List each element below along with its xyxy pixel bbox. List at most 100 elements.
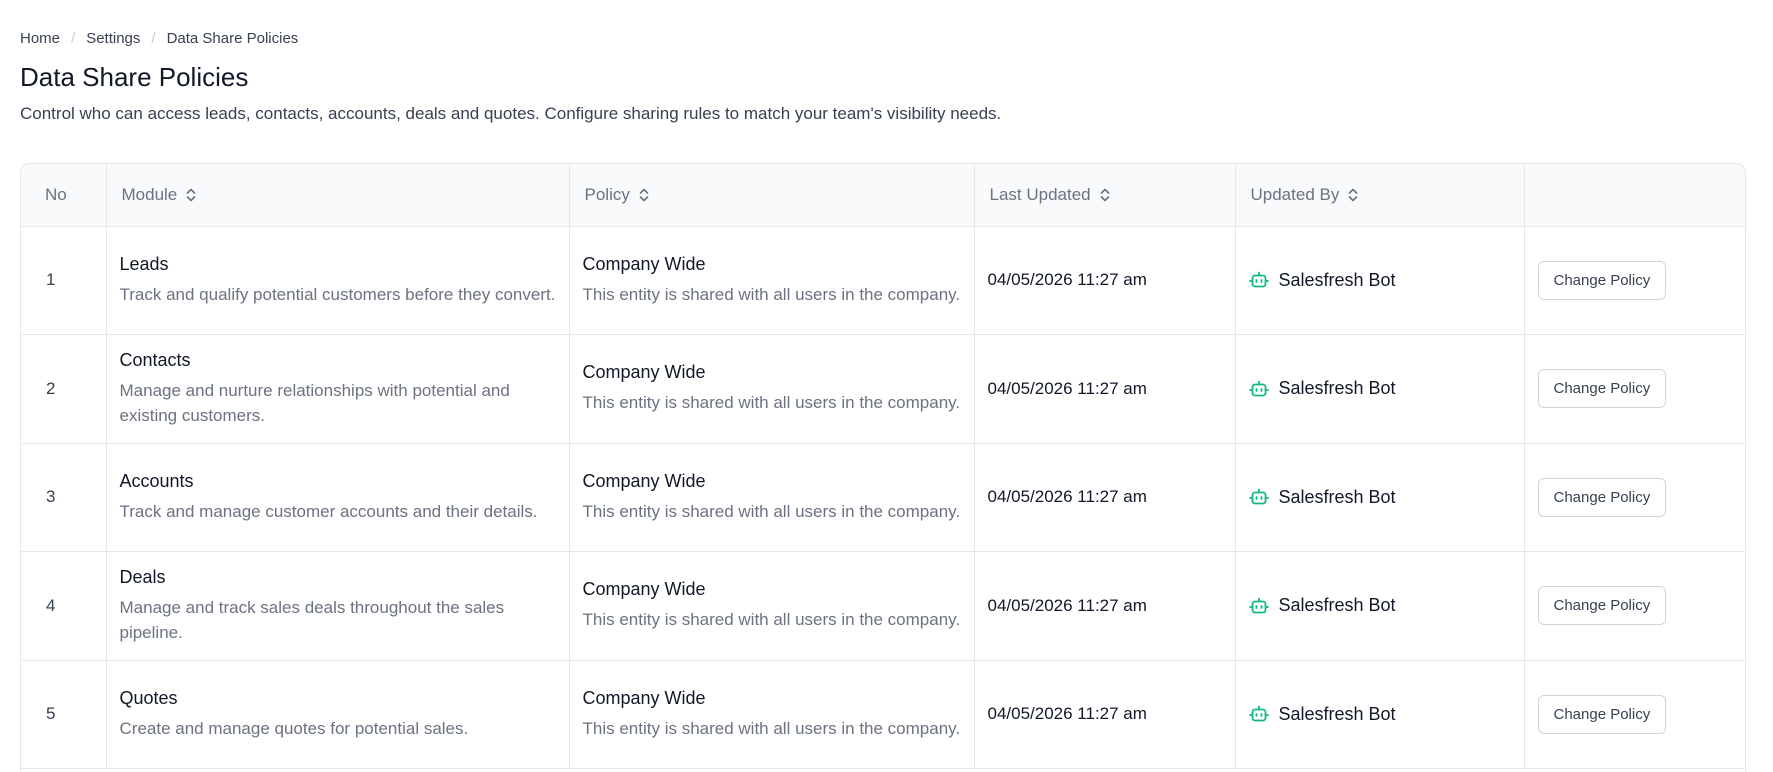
- policies-table: No Module Policy Last Updated Updated By…: [20, 163, 1746, 772]
- module-description: Track and manage customer accounts and t…: [119, 501, 538, 521]
- row-number-label: 2: [46, 378, 56, 398]
- updated-by-user: Salesfresh Bot: [1248, 486, 1511, 508]
- module-cell: Accounts Track and manage customer accoun…: [106, 443, 570, 552]
- policy-name: Company Wide: [582, 579, 706, 600]
- last-updated-value: 04/05/2026 11:27 am: [987, 704, 1147, 724]
- module-name: Deals: [119, 566, 166, 587]
- module-description: Manage and nurture relationships with po…: [119, 380, 510, 425]
- table-row: 1 Leads Track and qualify potential custom…: [21, 226, 1745, 335]
- bot-icon: [1248, 271, 1269, 289]
- updated-by-user: Salesfresh Bot: [1248, 595, 1511, 616]
- table-row: 2 Contacts Manage and nurture relationship…: [21, 334, 1745, 444]
- module-name: Contacts: [119, 349, 191, 370]
- last-updated-cell: 04/05/2026 11:27 am: [974, 660, 1236, 769]
- updated-by-name: Salesfresh Bot: [1278, 595, 1396, 616]
- last-updated-cell: 04/05/2026 11:27 am: [974, 443, 1236, 552]
- last-updated-value: 04/05/2026 11:27 am: [987, 595, 1147, 615]
- breadcrumb-settings[interactable]: Settings: [86, 30, 140, 47]
- updated-by-user: Salesfresh Bot: [1248, 703, 1511, 725]
- module-name: Quotes: [119, 687, 178, 708]
- change-policy-button[interactable]: Change Policy: [1537, 260, 1667, 300]
- table-row: 3 Accounts Track and manage customer accou…: [21, 443, 1745, 552]
- header-no-label: No: [45, 184, 67, 204]
- policy-name: Company Wide: [582, 470, 706, 491]
- sort-icon[interactable]: [185, 187, 197, 203]
- policy-name: Company Wide: [582, 687, 706, 708]
- updated-by-name: Salesfresh Bot: [1278, 269, 1396, 290]
- sort-icon[interactable]: [1099, 187, 1111, 203]
- bot-icon: [1248, 597, 1269, 615]
- header-last-updated[interactable]: Last Updated: [974, 164, 1236, 227]
- policy-name: Company Wide: [582, 362, 706, 383]
- module-name: Accounts: [119, 470, 194, 491]
- row-number-label: 5: [46, 704, 56, 724]
- header-updated-by[interactable]: Updated By: [1235, 164, 1525, 227]
- page-description: Control who can access leads, contacts, …: [20, 104, 1002, 123]
- policy-cell: Company Wide This entity is shared with a…: [569, 334, 975, 444]
- module-name: Leads: [119, 253, 169, 274]
- breadcrumb-home[interactable]: Home: [20, 30, 60, 47]
- row-number: 5: [21, 660, 107, 769]
- header-policy[interactable]: Policy: [569, 164, 975, 227]
- breadcrumb: Home / Settings / Data Share Policies: [20, 30, 298, 47]
- module-cell: Leads Track and qualify potential custome…: [106, 226, 570, 335]
- policy-description: This entity is shared with all users in …: [582, 718, 961, 738]
- actions-cell: Change Policy: [1524, 551, 1745, 661]
- bot-icon: [1248, 705, 1269, 723]
- header-updated-by-label: Updated By: [1250, 184, 1340, 204]
- updated-by-cell: Salesfresh Bot: [1235, 551, 1525, 661]
- row-number-label: 3: [46, 487, 56, 507]
- policy-cell: Company Wide This entity is shared with a…: [569, 443, 975, 552]
- policy-name: Company Wide: [582, 253, 706, 274]
- header-module[interactable]: Module: [106, 164, 570, 227]
- policy-description: This entity is shared with all users in …: [582, 284, 961, 304]
- last-updated-value: 04/05/2026 11:27 am: [987, 378, 1147, 398]
- breadcrumb-separator: /: [71, 30, 76, 47]
- header-no: No: [21, 164, 107, 227]
- actions-cell: Change Policy: [1524, 443, 1745, 552]
- policy-cell: Company Wide This entity is shared with a…: [569, 660, 975, 769]
- breadcrumb-current: Data Share Policies: [166, 30, 299, 47]
- row-number: 1: [21, 226, 107, 335]
- header-actions: [1524, 164, 1745, 227]
- last-updated-cell: 04/05/2026 11:27 am: [974, 551, 1236, 661]
- change-policy-button[interactable]: Change Policy: [1537, 477, 1667, 517]
- updated-by-cell: Salesfresh Bot: [1235, 660, 1525, 769]
- table-row: 5 Quotes Create and manage quotes for pote…: [21, 660, 1745, 769]
- updated-by-name: Salesfresh Bot: [1278, 378, 1396, 399]
- table-row: 4 Deals Manage and track sales deals throu…: [21, 551, 1745, 661]
- updated-by-user: Salesfresh Bot: [1248, 269, 1511, 291]
- policy-cell: Company Wide This entity is shared with a…: [569, 226, 975, 335]
- actions-cell: Change Policy: [1524, 660, 1745, 769]
- policy-description: This entity is shared with all users in …: [582, 610, 961, 630]
- module-cell: Contacts Manage and nurture relationships…: [106, 334, 570, 444]
- last-updated-cell: 04/05/2026 11:27 am: [974, 226, 1236, 335]
- page-title: Data Share Policies: [20, 62, 249, 92]
- module-description: Manage and track sales deals throughout …: [119, 597, 505, 642]
- breadcrumb-separator: /: [151, 30, 156, 47]
- actions-cell: Change Policy: [1524, 226, 1745, 335]
- module-cell: Quotes Create and manage quotes for poten…: [106, 660, 570, 769]
- last-updated-value: 04/05/2026 11:27 am: [987, 487, 1147, 507]
- module-cell: Deals Manage and track sales deals throug…: [106, 551, 570, 661]
- change-policy-button[interactable]: Change Policy: [1537, 694, 1667, 734]
- header-policy-label: Policy: [584, 184, 630, 204]
- updated-by-name: Salesfresh Bot: [1278, 486, 1396, 507]
- last-updated-cell: 04/05/2026 11:27 am: [974, 334, 1236, 444]
- updated-by-name: Salesfresh Bot: [1278, 703, 1396, 724]
- updated-by-cell: Salesfresh Bot: [1235, 443, 1525, 552]
- bot-icon: [1248, 380, 1269, 398]
- updated-by-cell: Salesfresh Bot: [1235, 334, 1525, 444]
- row-number: 3: [21, 443, 107, 552]
- row-number: 2: [21, 334, 107, 444]
- table-header-row: No Module Policy Last Updated Updated By: [21, 164, 1745, 227]
- module-description: Create and manage quotes for potential s…: [119, 718, 469, 738]
- change-policy-button[interactable]: Change Policy: [1537, 586, 1667, 626]
- row-number-label: 4: [46, 595, 56, 615]
- sort-icon[interactable]: [638, 187, 650, 203]
- row-number-label: 1: [46, 270, 56, 290]
- updated-by-user: Salesfresh Bot: [1248, 378, 1511, 399]
- policy-cell: Company Wide This entity is shared with a…: [569, 551, 975, 661]
- sort-icon[interactable]: [1347, 187, 1359, 203]
- change-policy-button[interactable]: Change Policy: [1537, 369, 1667, 409]
